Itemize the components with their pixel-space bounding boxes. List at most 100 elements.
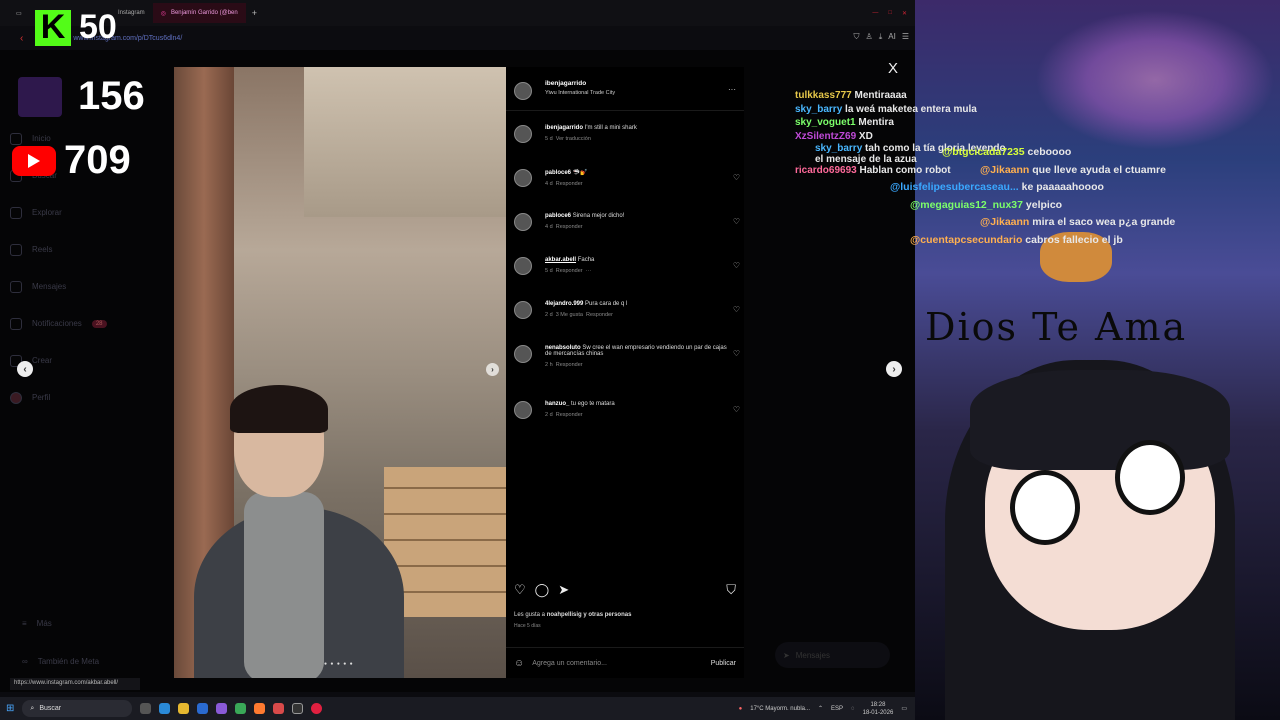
commenter-avatar[interactable] [514, 401, 532, 419]
save-icon[interactable]: ⛉ [726, 582, 736, 598]
share-icon[interactable]: ➤ [558, 582, 569, 598]
vscode-icon[interactable] [197, 703, 209, 714]
more-options-icon[interactable]: ··· [586, 268, 592, 274]
sidebar-item-reels[interactable]: Reels [10, 231, 160, 268]
chat-text: Mentiraaaa [854, 90, 907, 101]
new-tab-button[interactable]: + [246, 8, 263, 18]
chat-username: sky_barry [815, 143, 863, 154]
caption-text: I'm still a mini shark [584, 125, 637, 131]
reply-button[interactable]: Responder [556, 412, 583, 418]
sidebar-item-explorar[interactable]: Explorar [10, 194, 160, 231]
reply-button[interactable]: Responder [556, 224, 583, 230]
translate-link[interactable]: Ver traducción [556, 136, 591, 142]
close-window-icon[interactable]: ✕ [902, 10, 907, 17]
author-avatar[interactable] [514, 82, 532, 100]
like-comment-icon[interactable]: ♡ [733, 405, 740, 414]
messages-button[interactable]: ➤ Mensajes [775, 642, 890, 668]
back-icon[interactable]: ‹ [20, 33, 23, 44]
minimize-icon[interactable]: — [872, 10, 878, 17]
weather-text[interactable]: 17°C Mayorm. nubla... [750, 706, 810, 712]
tab-benjamin-garrido[interactable]: ◎ Benjamín Garrido (@ben [152, 3, 246, 23]
language-indicator[interactable]: ESP [831, 706, 843, 712]
carousel-next-button[interactable]: › [486, 363, 499, 376]
prev-post-button[interactable]: ‹ [17, 361, 33, 377]
windows-start-icon[interactable]: ⊞ [6, 703, 14, 714]
commenter-avatar[interactable] [514, 213, 532, 231]
notifications-icon[interactable]: ▭ [901, 705, 907, 712]
comment-username[interactable]: hanzuo_ [545, 401, 569, 407]
reply-button[interactable]: Responder [586, 312, 613, 318]
avatar-eye-right [1115, 440, 1185, 515]
like-comment-icon[interactable]: ♡ [733, 217, 740, 226]
comment-item: hanzuo_ tu ego te matara 2 d Responder ♡ [514, 401, 740, 419]
files-icon[interactable] [178, 703, 190, 714]
reply-button[interactable]: Responder [556, 362, 583, 368]
sidebar-item-meta[interactable]: ∞ También de Meta [22, 643, 99, 680]
commenter-avatar[interactable] [514, 257, 532, 275]
taskbar-search-label: Buscar [39, 705, 62, 712]
like-icon[interactable]: ♡ [514, 582, 526, 598]
commenter-avatar[interactable] [514, 345, 532, 363]
sidebar-item-crear[interactable]: Crear [10, 342, 160, 379]
comment-text: Sirena mejor dicho! [572, 213, 625, 219]
network-icon[interactable]: ◌ [851, 706, 855, 712]
browser-icon[interactable] [273, 703, 285, 714]
reply-button[interactable]: Responder [556, 268, 583, 274]
reply-button[interactable]: Responder [556, 181, 583, 187]
likes-user[interactable]: noahpellisig [547, 612, 582, 618]
next-post-button[interactable]: › [886, 361, 902, 377]
menu-icon[interactable]: ☰ [902, 32, 909, 42]
edge-icon[interactable] [159, 703, 171, 714]
opera-icon[interactable] [311, 703, 323, 714]
comment-username[interactable]: pabloce6 [545, 213, 571, 219]
stream-banner: Dios Te Ama [925, 305, 1188, 349]
comment-input[interactable]: Agrega un comentario... [532, 660, 607, 667]
shield-icon[interactable]: ⛉ [854, 32, 860, 42]
chat-text: Mentira [858, 117, 894, 128]
sidebar-item-mensajes[interactable]: Mensajes [10, 268, 160, 305]
comment-username[interactable]: akbar.abell [545, 257, 576, 263]
comment-username[interactable]: 4lejandro.999 [545, 301, 583, 307]
close-modal-button[interactable]: X [888, 60, 898, 77]
comment-icon[interactable]: ◯ [535, 582, 550, 598]
like-comment-icon[interactable]: ♡ [733, 305, 740, 314]
likes-others[interactable]: y otras personas [583, 612, 631, 618]
task-view-icon[interactable] [140, 703, 152, 714]
firefox-icon[interactable] [254, 703, 266, 714]
tab-list-icon[interactable]: ▭ [16, 10, 22, 17]
commenter-avatar[interactable] [514, 169, 532, 187]
post-location[interactable]: Yiwu International Trade City [545, 90, 615, 96]
author-avatar[interactable] [514, 125, 532, 143]
chat-username: tulkkass777 [795, 90, 852, 101]
author-username[interactable]: ibenjagarrido [545, 80, 615, 87]
clock[interactable]: 18:28 18-01-2026 [863, 701, 894, 717]
chat-message: tulkkass777 Mentiraaaa [795, 89, 1015, 103]
like-comment-icon[interactable]: ♡ [733, 173, 740, 182]
download-icon[interactable]: ⤓ [879, 32, 883, 42]
like-comment-icon[interactable]: ♡ [733, 349, 740, 358]
comment-username[interactable]: pabloce6 [545, 170, 571, 176]
like-comment-icon[interactable]: ♡ [733, 261, 740, 270]
comment-username[interactable]: ibenjagarrido [545, 125, 583, 131]
chat-message: XzSilentzZ69 XD [795, 130, 1015, 144]
sidebar-item-mas[interactable]: ≡ Más [22, 605, 52, 642]
chat-message: @cuentapcsecundario cabros fallecio el j… [890, 232, 1175, 250]
sidebar-item-perfil[interactable]: Perfil [10, 379, 160, 416]
ai-icon[interactable]: AI [888, 32, 896, 42]
comment-body: pabloce6 Sirena mejor dicho! 4 d Respond… [545, 213, 624, 231]
obs-icon[interactable] [292, 703, 304, 714]
youtube-count: 709 [64, 138, 131, 182]
commenter-avatar[interactable] [514, 301, 532, 319]
publish-button[interactable]: Publicar [711, 660, 736, 667]
emoji-icon[interactable]: ☺ [514, 658, 524, 669]
app-icon[interactable] [216, 703, 228, 714]
caption-body: ibenjagarrido I'm still a mini shark 5 d… [545, 125, 637, 143]
chevron-up-icon[interactable]: ⌃ [818, 705, 823, 712]
taskbar-search[interactable]: ⌕ Buscar [22, 700, 133, 717]
more-options-icon[interactable]: ··· [728, 85, 736, 94]
sidebar-item-notificaciones[interactable]: Notificaciones 28 [10, 305, 160, 342]
comment-likes[interactable]: 3 Me gusta [556, 312, 583, 318]
profile-icon[interactable]: ♙ [866, 32, 873, 42]
chrome-icon[interactable] [235, 703, 247, 714]
maximize-icon[interactable]: □ [888, 10, 892, 17]
